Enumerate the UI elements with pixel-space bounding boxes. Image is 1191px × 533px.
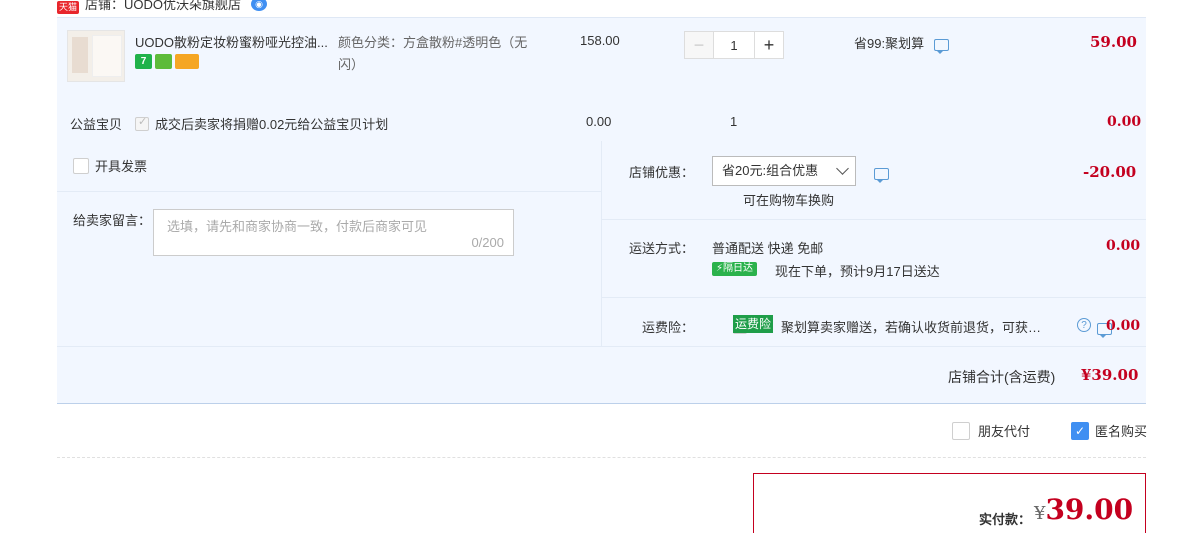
message-placeholder: 选填，请先和商家协商一致，付款后商家可见 <box>167 219 428 234</box>
product-title-link[interactable]: UODO散粉定妆粉蜜粉哑光控油... <box>135 32 335 51</box>
message-counter: 0/200 <box>471 235 504 250</box>
invoice-checkbox[interactable] <box>73 157 89 174</box>
discount-note: 可在购物车换购 <box>743 193 835 208</box>
shop-discount-label: 店铺优惠： <box>629 165 695 180</box>
friend-pay-option[interactable]: 朋友代付 <box>952 421 1030 440</box>
invoice-label: 开具发票 <box>95 159 148 174</box>
promotion-info: 省99:聚划算 <box>854 33 949 54</box>
shipping-amount: 0.00 <box>1106 238 1141 254</box>
charity-label: 公益宝贝 <box>70 117 123 132</box>
anonymous-buy-option[interactable]: 匿名购买 <box>1071 421 1147 440</box>
divider <box>57 457 1146 458</box>
shop-name-link[interactable]: 店铺：UODO优沃朵旗舰店 <box>85 0 241 12</box>
promotion-chat-icon[interactable] <box>933 38 949 54</box>
charity-text: 成交后卖家将捐赠0.02元给公益宝贝计划 <box>155 117 389 132</box>
payment-label: 实付款： <box>979 512 1032 527</box>
charity-checkbox <box>135 115 149 131</box>
quantity-plus-button[interactable]: + <box>754 31 784 59</box>
quantity-minus-button[interactable]: − <box>684 31 714 59</box>
discount-chat-icon[interactable] <box>874 167 889 183</box>
tmall-badge: 天猫 <box>57 0 80 14</box>
shop-discount-amount: -20.00 <box>1083 163 1137 181</box>
charity-total: 0.00 <box>1107 114 1142 130</box>
shipping-method: 普通配送 快递 免邮 <box>712 241 824 256</box>
product-subtotal: 59.00 <box>1090 33 1137 51</box>
charity-check: 成交后卖家将捐赠0.02元给公益宝贝计划 <box>135 114 388 133</box>
seven-day-return-icon[interactable]: 7 <box>135 54 152 69</box>
next-day-badge: ⚡隔日达 <box>712 262 758 276</box>
shipping-eta: 现在下单，预计9月17日送达 <box>775 264 940 279</box>
insurance-label: 运费险： <box>642 320 695 335</box>
product-spec: 颜色分类：方盒散粉#透明色（无闪） <box>338 35 528 72</box>
product-thumbnail[interactable] <box>67 30 125 82</box>
shop-discount-value: 省20元:组合优惠 <box>722 163 819 178</box>
guarantee-icon[interactable] <box>155 54 172 69</box>
promotion-label: 省99:聚划算 <box>854 36 925 51</box>
message-label: 给卖家留言： <box>73 213 152 228</box>
quantity-stepper: − 1 + <box>684 31 784 59</box>
insurance-amount: 0.00 <box>1106 318 1141 334</box>
anonymous-label: 匿名购买 <box>1095 424 1148 439</box>
service-icons: 7 <box>135 54 199 69</box>
payment-value: 39.00 <box>1045 493 1134 526</box>
friend-pay-checkbox[interactable] <box>952 421 970 440</box>
divider <box>57 191 601 192</box>
card-icon[interactable] <box>175 54 199 69</box>
unit-price: 158.00 <box>580 33 620 48</box>
currency-symbol: ¥ <box>1034 503 1046 524</box>
divider <box>601 219 1146 220</box>
shop-header: 天猫 店铺：UODO优沃朵旗舰店 ◉ <box>57 0 268 14</box>
divider <box>601 297 1146 298</box>
anonymous-checkbox[interactable] <box>1071 421 1089 440</box>
charity-price: 0.00 <box>586 114 612 129</box>
chevron-down-icon <box>836 162 849 175</box>
seller-message-input[interactable]: 选填，请先和商家协商一致，付款后商家可见 0/200 <box>153 209 514 256</box>
divider <box>57 346 1146 347</box>
quantity-input[interactable]: 1 <box>714 31 754 59</box>
shop-total-amount: ¥39.00 <box>1081 366 1139 384</box>
charity-quantity: 1 <box>730 114 738 129</box>
payment-amount: ¥39.00 <box>1034 493 1133 526</box>
shipping-label: 运送方式： <box>629 241 695 256</box>
shop-discount-select[interactable]: 省20元:组合优惠 <box>712 156 856 186</box>
insurance-text: 聚划算卖家赠送，若确认收货前退货，可获… <box>781 320 1042 335</box>
insurance-badge: 运费险 <box>733 315 774 333</box>
shop-total-label: 店铺合计(含运费) <box>948 369 1056 385</box>
friend-pay-label: 朋友代付 <box>978 424 1031 439</box>
help-icon[interactable]: ? <box>1077 318 1091 332</box>
wangwang-chat-icon[interactable]: ◉ <box>251 0 268 11</box>
invoice-option[interactable]: 开具发票 <box>73 156 147 175</box>
